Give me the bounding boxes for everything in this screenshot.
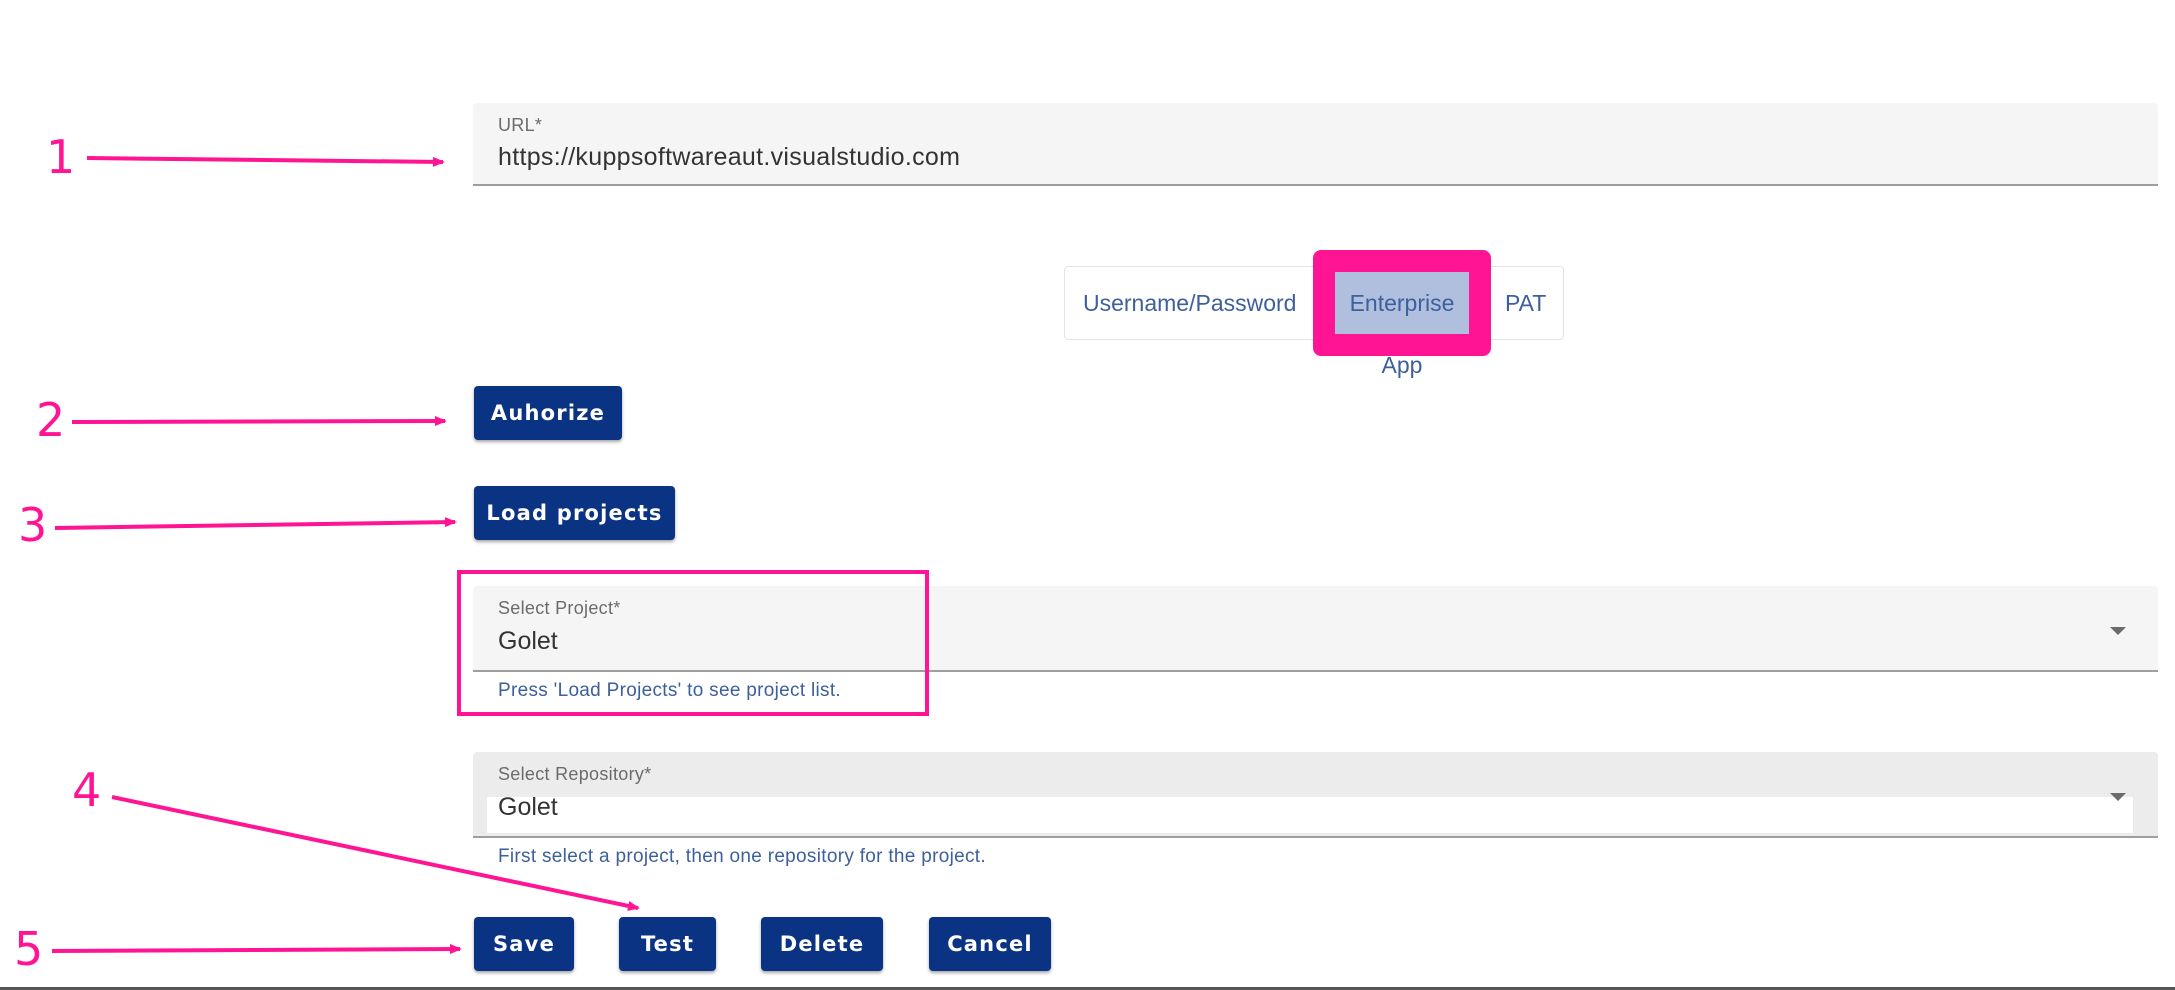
arrow-4 [111, 795, 640, 911]
arrow-2 [71, 416, 447, 427]
arrow-1 [86, 156, 445, 167]
annotation-arrows [51, 156, 640, 955]
arrow-5 [51, 944, 462, 955]
arrow-3 [54, 517, 457, 530]
